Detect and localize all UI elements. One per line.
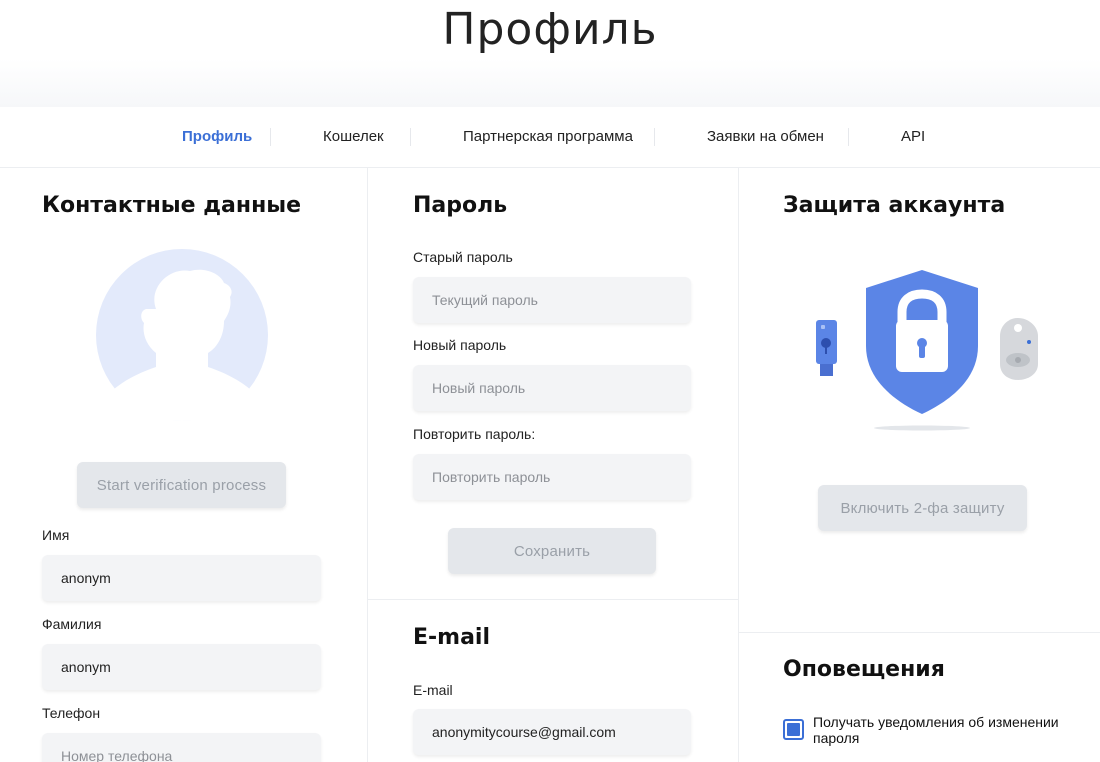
email-title: E-mail (413, 625, 491, 650)
last-name-label: Фамилия (42, 616, 102, 632)
phone-input[interactable] (42, 733, 321, 762)
tab-separator (270, 128, 271, 146)
key-fob-icon (1000, 318, 1038, 380)
repeat-password-input[interactable] (413, 454, 691, 500)
two-factor-illustration (816, 270, 1038, 431)
tab-separator (410, 128, 411, 146)
old-password-label: Старый пароль (413, 249, 513, 265)
profile-tabs: Профиль Кошелек Партнерская программа За… (0, 107, 1100, 168)
save-password-button[interactable]: Сохранить (448, 528, 656, 574)
tab-separator (848, 128, 849, 146)
last-name-input[interactable] (42, 644, 321, 690)
password-title: Пароль (413, 193, 508, 218)
contacts-title: Контактные данные (42, 193, 302, 218)
new-password-input[interactable] (413, 365, 691, 411)
notifications-title: Оповещения (783, 657, 945, 682)
page-title: Профиль (442, 4, 658, 55)
checkbox-checked-mark (787, 723, 800, 736)
enable-2fa-button[interactable]: Включить 2-фа защиту (818, 485, 1027, 531)
email-input[interactable] (413, 709, 691, 755)
phone-label: Телефон (42, 705, 101, 721)
tab-api[interactable]: API (901, 107, 925, 167)
shield-lock-icon (866, 270, 978, 414)
tab-separator (654, 128, 655, 146)
tab-partner-program[interactable]: Партнерская программа (463, 107, 633, 167)
first-name-label: Имя (42, 527, 70, 543)
section-divider (739, 632, 1100, 633)
email-label: E-mail (413, 682, 453, 698)
tab-exchange-requests[interactable]: Заявки на обмен (707, 107, 824, 167)
section-divider (368, 599, 738, 600)
tab-wallet[interactable]: Кошелек (323, 107, 384, 167)
first-name-input[interactable] (42, 555, 321, 601)
repeat-password-label: Повторить пароль: (413, 426, 536, 442)
column-divider (738, 168, 739, 762)
password-change-checkbox[interactable] (783, 719, 804, 740)
column-divider (367, 168, 368, 762)
tab-profile[interactable]: Профиль (182, 107, 252, 167)
security-title: Защита аккаунта (783, 193, 1006, 218)
usb-key-icon (816, 320, 837, 376)
avatar-placeholder (96, 249, 268, 421)
new-password-label: Новый пароль (413, 337, 507, 353)
old-password-input[interactable] (413, 277, 691, 323)
start-verification-button[interactable]: Start verification process (77, 462, 286, 508)
page-header: Профиль (0, 0, 1100, 107)
password-change-label: Получать уведомления об изменении пароля (813, 714, 1059, 746)
